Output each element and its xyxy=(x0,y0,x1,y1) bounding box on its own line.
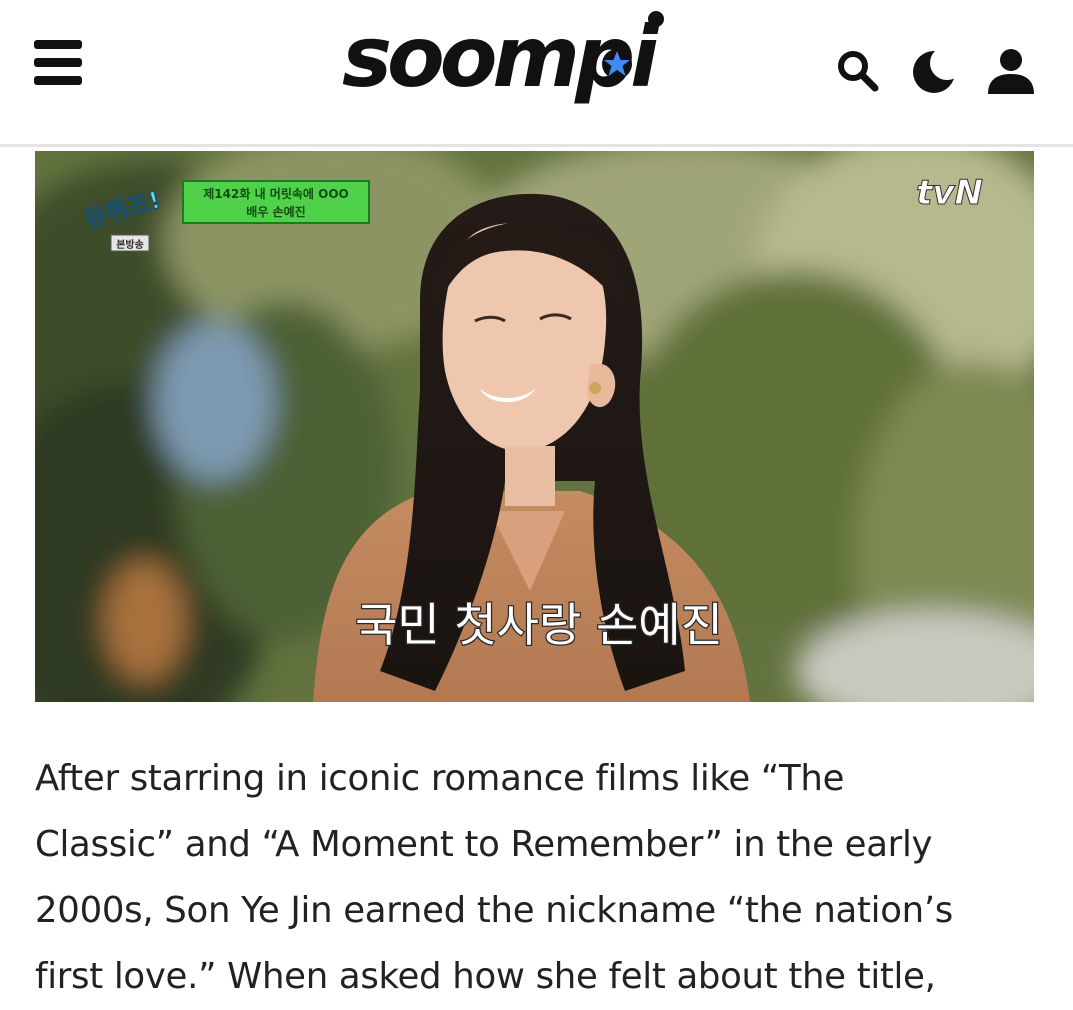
svg-text:본방송: 본방송 xyxy=(116,238,144,251)
hero-subtitle: 국민 첫사랑 손예진 xyxy=(355,598,723,652)
site-header: soompi xyxy=(0,0,1073,147)
moon-icon[interactable] xyxy=(910,46,964,95)
svg-text:제142화 내 머릿속에 OOO: 제142화 내 머릿속에 OOO xyxy=(203,186,348,201)
channel-logo: tvN xyxy=(916,173,983,213)
logo-dot xyxy=(648,11,664,27)
tv-still-image: 유퀴즈! 제142화 내 머릿속에 OOO 배우 손예진 본방송 tvN 국민 … xyxy=(35,151,1034,702)
hamburger-menu-icon[interactable] xyxy=(34,40,82,86)
article-hero-image: 유퀴즈! 제142화 내 머릿속에 OOO 배우 손예진 본방송 tvN 국민 … xyxy=(35,151,1034,702)
search-icon[interactable] xyxy=(835,48,881,94)
article-line: 2000s, Son Ye Jin earned the nickname “t… xyxy=(35,890,953,931)
soompi-logo[interactable]: soompi xyxy=(340,6,676,108)
user-icon[interactable] xyxy=(985,47,1037,95)
svg-text:배우 손예진: 배우 손예진 xyxy=(246,204,305,219)
logo-wordmark: soompi xyxy=(342,8,665,106)
article-line: After starring in iconic romance films l… xyxy=(35,758,845,799)
article-line: first love.” When asked how she felt abo… xyxy=(35,956,936,997)
article-line: Classic” and “A Moment to Remember” in t… xyxy=(35,824,933,865)
article-paragraph: After starring in iconic romance films l… xyxy=(35,746,1045,1010)
